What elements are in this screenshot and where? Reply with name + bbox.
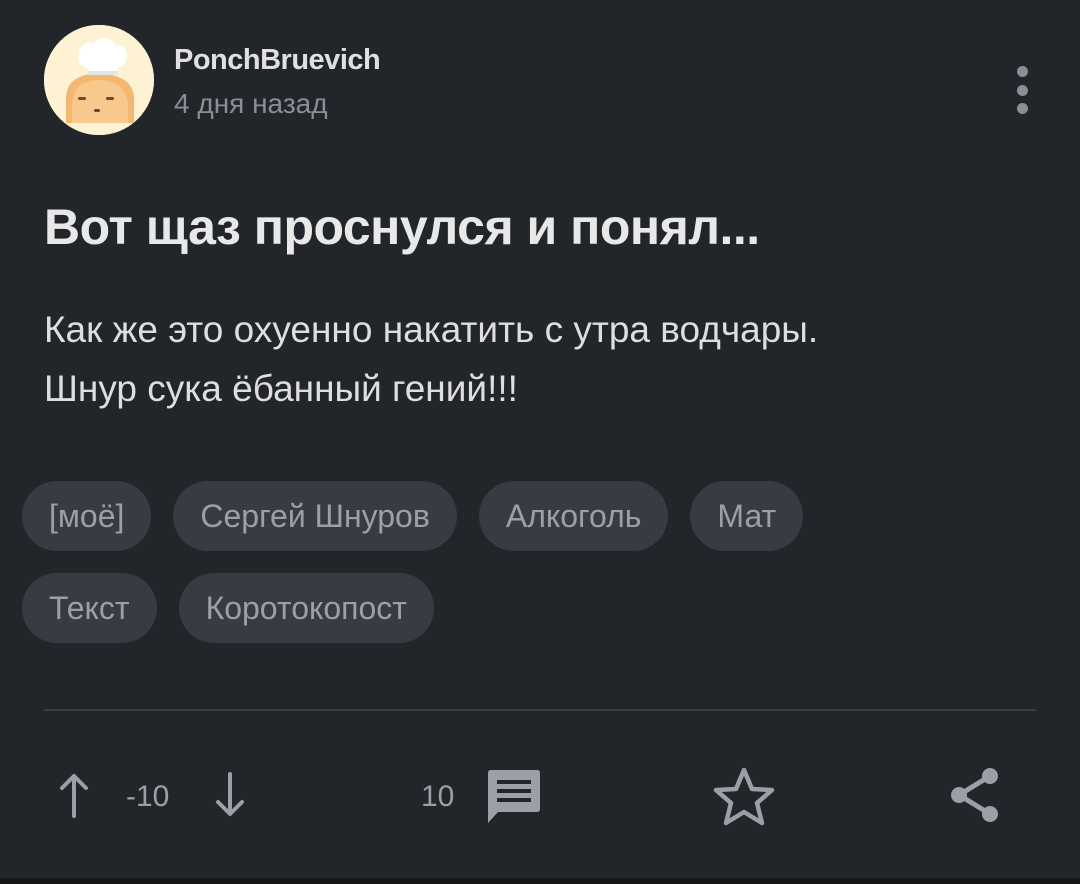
tag-tekst[interactable]: Текст [22, 573, 157, 643]
tag-sergey-shnurov[interactable]: Сергей Шнуров [173, 481, 457, 551]
author-avatar[interactable] [44, 25, 154, 135]
comments-count: 10 [421, 780, 455, 813]
share-button[interactable] [946, 765, 1006, 825]
post-body-line: Как же это охуенно накатить с утра водча… [44, 309, 819, 350]
post-title[interactable]: Вот щаз проснулся и понял... [44, 198, 760, 256]
arrow-down-icon [216, 772, 244, 816]
downvote-button[interactable] [212, 770, 248, 818]
share-icon [951, 768, 998, 822]
post-time: 4 дня назад [174, 88, 328, 119]
bottom-divider [0, 878, 1080, 884]
star-icon [713, 767, 775, 826]
post-body-line: Шнур сука ёбанный гений!!! [44, 368, 518, 409]
divider [44, 709, 1036, 711]
tag-list: [моё] Сергей Шнуров Алкоголь Мат Текст К… [22, 481, 1022, 665]
post-card: PonchBruevich 4 дня назад Вот щаз просну… [0, 0, 1080, 878]
comments-button[interactable] [484, 767, 544, 827]
arrow-up-icon [60, 774, 88, 818]
comment-icon [488, 770, 540, 823]
tag-alkogol[interactable]: Алкоголь [478, 481, 669, 551]
author-name[interactable]: PonchBruevich [174, 44, 381, 77]
save-button[interactable] [712, 766, 776, 828]
rating-count: -10 [126, 780, 170, 813]
more-vertical-icon [1016, 66, 1028, 77]
tag-mat[interactable]: Мат [690, 481, 804, 551]
post-body: Как же это охуенно накатить с утра водча… [44, 300, 1034, 418]
tag-moe[interactable]: [моё] [22, 481, 152, 551]
more-options-button[interactable] [1004, 66, 1040, 114]
upvote-button[interactable] [56, 772, 92, 820]
tag-korotkopost[interactable]: Коротокопост [178, 573, 434, 643]
